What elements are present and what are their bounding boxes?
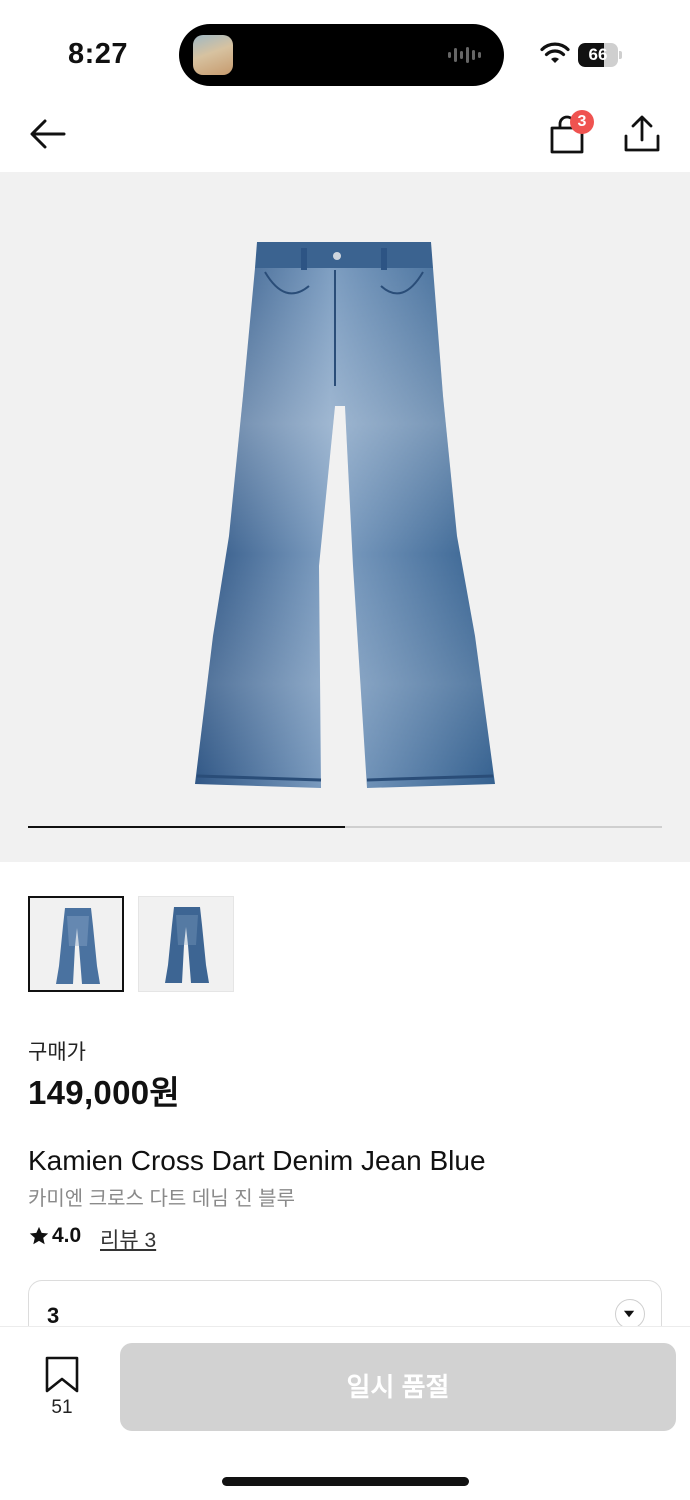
wifi-icon [540,42,570,63]
dropdown-toggle[interactable] [615,1299,645,1329]
price-label: 구매가 [28,1041,86,1064]
cart-count-badge: 3 [570,110,594,134]
bookmark-icon [45,1356,79,1393]
audio-wave-icon [448,47,481,63]
caret-down-icon [623,1310,635,1318]
now-playing-artwork [193,35,233,75]
arrow-left-icon[interactable] [26,114,70,154]
bottom-action-bar: 51 일시 품절 [0,1326,690,1500]
product-price: 149,000원 [28,1074,181,1111]
dynamic-island[interactable] [179,24,504,86]
thumbnail-2[interactable] [138,896,234,992]
cart-button[interactable]: 3 [546,110,598,158]
bookmark-button[interactable]: 51 [40,1355,84,1425]
thumbnail-1[interactable] [28,896,124,992]
status-bar: 8:27 66 [0,0,690,100]
carousel-progress-fill [28,826,345,828]
sold-out-button[interactable]: 일시 품절 [120,1343,676,1431]
star-icon [29,1226,49,1245]
product-image-carousel[interactable] [0,172,690,862]
review-link[interactable]: 리뷰 3 [100,1224,156,1254]
share-icon[interactable] [622,114,662,154]
rating-value: 4.0 [52,1224,82,1247]
home-indicator[interactable] [222,1477,469,1486]
bookmark-count: 51 [51,1397,73,1418]
top-nav: 3 [0,100,690,172]
product-image-jeans [195,242,495,788]
product-name-en: Kamien Cross Dart Denim Jean Blue [28,1145,486,1176]
battery-level: 66 [588,45,608,64]
carousel-progress [28,826,662,828]
product-name-kr: 카미엔 크로스 다트 데님 진 블루 [28,1188,295,1210]
thumbnail-jeans-front [56,908,100,984]
thumbnail-jeans-back [165,907,209,983]
battery-indicator: 66 [578,43,622,67]
status-time: 8:27 [68,38,129,70]
